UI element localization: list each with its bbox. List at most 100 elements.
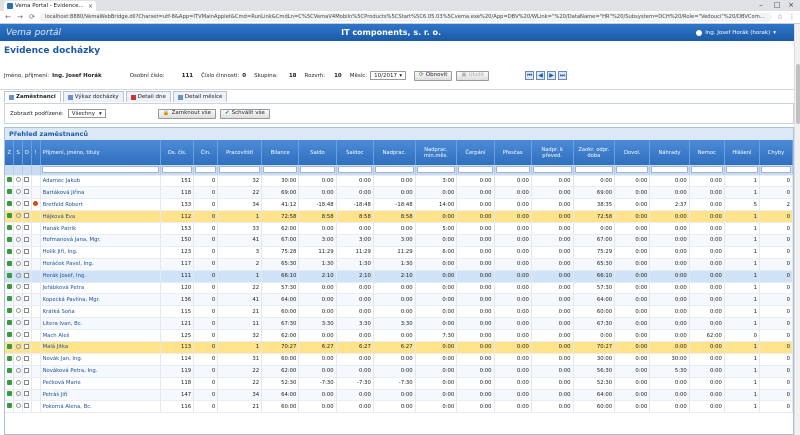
employee-name[interactable]: Hofmanová Jana, Mgr. [40,234,162,247]
url-input[interactable]: localhost:8880/VemaWebBridge.dll?Charset… [40,12,772,22]
prev-month-icon[interactable]: ◀ [536,71,546,80]
lock-icon[interactable] [6,296,12,302]
approve-circle-icon[interactable] [15,225,21,230]
tab-month-detail[interactable]: Detail měsíce [172,91,228,102]
lock-icon[interactable] [6,248,12,254]
lock-icon[interactable] [6,189,12,195]
lock-icon[interactable] [6,403,12,409]
column-filter-input[interactable] [690,166,723,174]
last-month-icon[interactable]: ⏭ [558,71,568,80]
lock-icon[interactable] [6,343,12,349]
approve-circle-icon[interactable] [15,379,21,385]
table-row[interactable]: Jeřábková Petra 120 0 22 57:30 0:00 0:00 0:00 0:… [5,282,793,295]
save-button[interactable]: ▣ Uložit [456,70,490,81]
approve-circle-icon[interactable] [15,308,21,314]
column-filter-input[interactable] [416,166,456,174]
tab-day-detail[interactable]: Detail dne [125,91,171,102]
reload-icon[interactable]: ⟳ [28,13,36,21]
lock-icon[interactable] [6,308,12,314]
star-icon[interactable]: ☆ [776,13,784,21]
column-filter-input[interactable] [760,166,791,174]
table-row[interactable]: Hanák Patrik 153 0 33 62:00 0:00 0:00 0:00 5:00 0… [5,222,793,235]
row-checkbox[interactable] [24,236,30,242]
approve-circle-icon[interactable] [15,236,21,242]
column-filter-input[interactable] [495,166,530,174]
table-row[interactable]: Kopecká Pavlína, Mgr. 136 0 41 64:00 0:00 0:00… [5,293,793,307]
row-checkbox[interactable] [24,355,30,361]
lock-icon[interactable] [6,379,12,385]
user-menu[interactable]: Ing. Josef Horák (horak) ▾ [696,29,776,36]
column-header[interactable]: Saldo [298,140,337,165]
row-checkbox[interactable] [24,177,30,183]
employee-name[interactable]: Horáček Pavel, Ing. [40,258,162,271]
employee-name[interactable]: Mach Aleš [40,329,162,342]
column-header[interactable]: Saldoc [336,140,374,165]
row-checkbox[interactable] [24,201,30,207]
row-checkbox[interactable] [24,213,30,219]
row-checkbox[interactable] [24,367,30,373]
column-filter-input[interactable] [263,166,298,174]
menu-icon[interactable]: ⋮ [788,13,796,21]
forward-icon[interactable]: → [16,13,24,21]
approve-circle-icon[interactable] [15,189,21,195]
row-checkbox[interactable] [24,284,30,290]
lock-icon[interactable] [6,236,12,242]
row-checkbox[interactable] [24,320,30,326]
column-header[interactable]: ! [31,140,41,165]
lock-icon[interactable] [6,177,12,183]
approve-circle-icon[interactable] [15,260,21,266]
table-row[interactable]: Novák Jan, Ing. 114 0 31 60:00 0:00 0:00 0:00 0:… [5,353,793,366]
column-filter-input[interactable] [374,166,414,174]
column-filter-input[interactable] [162,166,193,174]
close-window-icon[interactable]: × [784,0,798,11]
employee-name[interactable]: Nováková Petra, Ing. [40,365,162,378]
column-filter-input[interactable] [337,166,372,174]
column-header[interactable]: Nadpr. k převed. [531,140,574,165]
row-checkbox[interactable] [24,248,30,254]
column-filter-input[interactable] [195,166,217,174]
column-header[interactable]: Nadprac. min.měs. [415,140,458,165]
column-header[interactable]: Hlášení [724,140,760,165]
back-icon[interactable]: ← [4,13,12,21]
lock-icon[interactable] [6,260,12,266]
approve-circle-icon[interactable] [15,213,21,219]
table-row[interactable]: Pokorná Alena, Bc. 116 0 21 60:00 0:00 0:00 0:0… [5,400,793,414]
column-header[interactable]: D [22,140,32,165]
column-header[interactable]: Z [5,140,15,165]
employee-name[interactable]: Novák Jan, Ing. [40,353,162,366]
approve-circle-icon[interactable] [15,391,21,397]
approve-circle-icon[interactable] [15,296,21,302]
employee-name[interactable]: Bretfeld Robert [40,198,162,212]
lock-icon[interactable] [6,272,12,278]
employee-name[interactable]: Pokorná Alena, Bc. [40,400,162,414]
column-header[interactable]: Zaokr. odpr. doba [573,140,616,165]
approve-circle-icon[interactable] [15,177,21,183]
column-filter-input[interactable] [651,166,688,174]
column-header[interactable]: S [13,140,24,165]
employee-name[interactable]: Pečková Marie [40,377,162,390]
tab-employees[interactable]: Zaměstnanci [4,91,61,102]
minimize-icon[interactable]: – [754,0,768,11]
row-checkbox[interactable] [24,391,30,397]
approve-circle-icon[interactable] [15,201,21,207]
column-header[interactable]: Čin. [193,140,219,165]
row-checkbox[interactable] [24,343,30,349]
month-select[interactable]: 10/2017 ▾ [370,71,407,80]
column-header[interactable]: Čerpání [456,140,495,165]
table-row[interactable]: Pečková Marie 118 0 22 52:30 -7:30 -7:30 -7:30 0… [5,377,793,390]
employee-name[interactable]: Litera Ivan, Bc. [40,317,162,331]
scrollbar-thumb[interactable] [796,64,800,124]
column-filter-input[interactable] [41,166,160,174]
row-checkbox[interactable] [24,332,30,338]
table-row[interactable]: Bretfeld Robert 133 0 34 41:12 -18:48 -18:48 -1… [5,198,793,212]
table-row[interactable]: Holík Jiří, Ing. 123 0 3 75:28 11:29 11:29 11:2… [5,246,793,259]
row-checkbox[interactable] [24,272,30,278]
employee-name[interactable]: Malá Jitka [40,341,162,354]
table-row[interactable]: Petráš Jiří 147 0 34 64:00 0:00 0:00 0:00 0:00 0:… [5,389,793,402]
table-row[interactable]: Litera Ivan, Bc. 121 0 11 67:30 3:30 3:30 3:30 0… [5,317,793,331]
next-month-icon[interactable]: ▶ [547,71,557,80]
lock-icon[interactable] [6,225,12,230]
page-scrollbar[interactable] [794,24,800,435]
approve-circle-icon[interactable] [15,320,21,326]
table-row[interactable]: Nováková Petra, Ing. 119 0 22 62:00 0:00 0:00 0… [5,365,793,378]
